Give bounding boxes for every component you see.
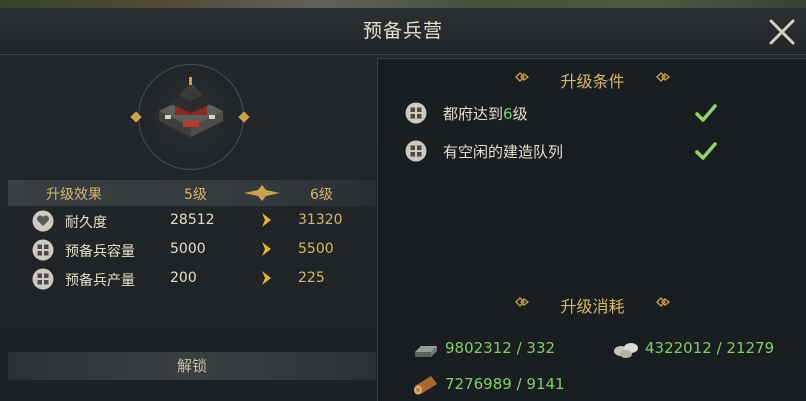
effect-next-value: 225 bbox=[298, 270, 325, 286]
chevron-right-icon bbox=[262, 242, 271, 256]
effect-row-durability: 耐久度 28512 31320 bbox=[8, 207, 376, 235]
effect-next-value: 31320 bbox=[298, 212, 343, 228]
conditions-title-row: 升级条件 bbox=[378, 68, 806, 92]
condition-item: 有空闲的建造队列 bbox=[402, 138, 802, 166]
cost-item-wood: 7276989 / 9141 bbox=[411, 372, 611, 398]
effects-header-label: 升级效果 bbox=[46, 187, 102, 203]
ornament-icon bbox=[656, 72, 670, 82]
effect-row-reserve-capacity: 预备兵容量 5000 5500 bbox=[8, 236, 376, 264]
condition-text-suffix: 级 bbox=[512, 105, 528, 123]
grid-icon bbox=[32, 268, 54, 290]
conditions-title: 升级条件 bbox=[560, 72, 625, 91]
effect-row-reserve-output: 预备兵产量 200 225 bbox=[8, 265, 376, 293]
cost-item-iron: 9802312 / 332 bbox=[411, 336, 611, 362]
condition-text: 都府达到6级 bbox=[443, 103, 528, 124]
grid-icon bbox=[32, 239, 54, 261]
effect-current-value: 5000 bbox=[170, 241, 206, 257]
condition-text: 有空闲的建造队列 bbox=[443, 143, 564, 161]
cost-value: 4322012 / 21279 bbox=[645, 339, 775, 357]
level-arrow-icon bbox=[244, 185, 280, 201]
costs-title: 升级消耗 bbox=[560, 297, 625, 316]
check-icon bbox=[695, 142, 717, 160]
effect-label: 耐久度 bbox=[65, 215, 107, 231]
cost-item-stone: 4322012 / 21279 bbox=[611, 336, 805, 362]
chevron-right-icon bbox=[262, 213, 271, 227]
dialog-title: 预备兵营 bbox=[362, 20, 443, 42]
building-portrait bbox=[138, 64, 244, 170]
heart-icon bbox=[32, 210, 54, 232]
next-level-label: 6级 bbox=[310, 187, 333, 203]
check-icon bbox=[695, 104, 717, 122]
effect-current-value: 28512 bbox=[170, 212, 215, 228]
iron-ingot-icon bbox=[415, 346, 437, 357]
wood-log-icon bbox=[414, 376, 437, 395]
cost-value: 9802312 / 332 bbox=[445, 339, 556, 357]
grid-icon bbox=[405, 102, 427, 124]
effect-label: 预备兵产量 bbox=[65, 273, 135, 289]
chevron-right-icon bbox=[262, 271, 271, 285]
condition-text-prefix: 都府达到 bbox=[443, 105, 504, 123]
requirements-panel: 升级条件 都府达到6级 有空闲的建造队列 升级消耗 9802312 / 332 … bbox=[377, 58, 806, 401]
effects-header-row: 升级效果 5级 6级 bbox=[8, 180, 376, 206]
costs-title-row: 升级消耗 bbox=[378, 293, 806, 317]
ornament-icon bbox=[515, 72, 529, 82]
close-icon[interactable] bbox=[764, 14, 800, 50]
condition-item: 都府达到6级 bbox=[402, 100, 802, 128]
condition-highlight: 6 bbox=[503, 105, 513, 123]
cost-value: 7276989 / 9141 bbox=[445, 375, 565, 393]
upgrade-effects-panel: 升级效果 5级 6级 耐久度 28512 31320 预备兵容量 5000 55… bbox=[0, 56, 376, 400]
stone-icon bbox=[614, 343, 638, 358]
current-level-label: 5级 bbox=[184, 187, 207, 203]
effect-current-value: 200 bbox=[170, 270, 197, 286]
unlock-section-header: 解锁 bbox=[8, 352, 376, 380]
ornament-icon bbox=[515, 297, 529, 307]
barracks-building-icon bbox=[159, 77, 223, 137]
effect-next-value: 5500 bbox=[298, 241, 334, 257]
effect-label: 预备兵容量 bbox=[65, 244, 135, 260]
ornament-icon bbox=[656, 297, 670, 307]
grid-icon bbox=[405, 140, 427, 162]
